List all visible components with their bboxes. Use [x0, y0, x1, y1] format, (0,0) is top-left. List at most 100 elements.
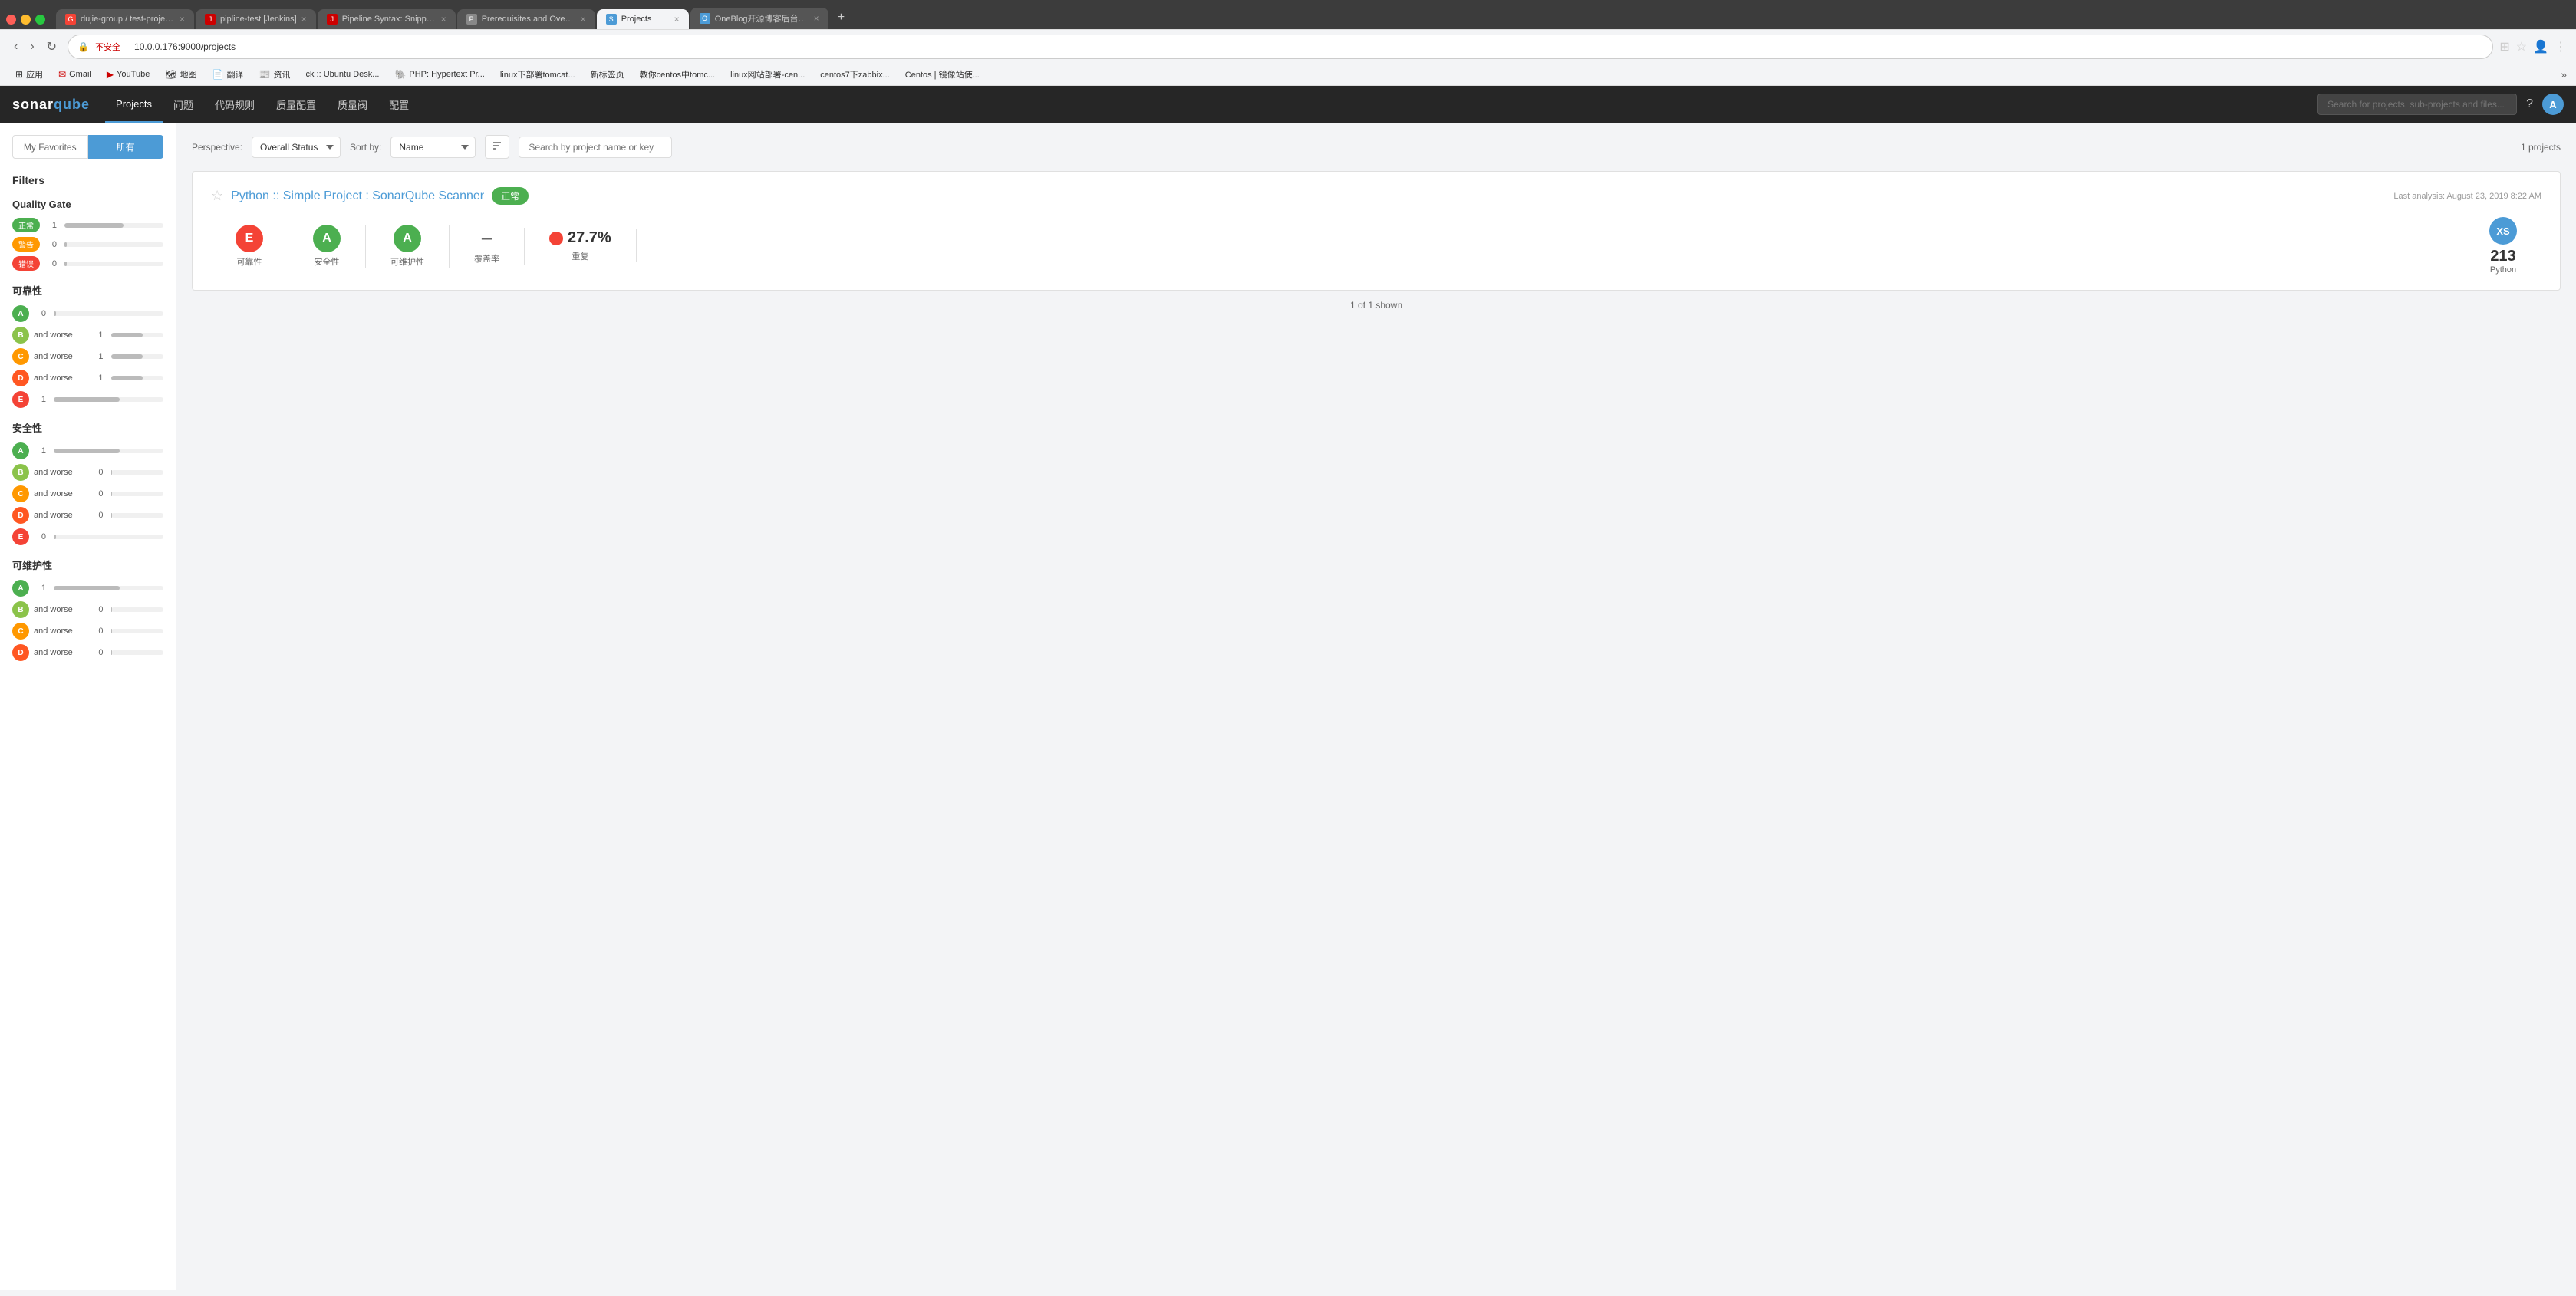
- bookmark-linux-tomcat[interactable]: linux下部署tomcat...: [494, 67, 581, 82]
- reliability-a-count: 0: [34, 309, 46, 318]
- bookmark-button[interactable]: ☆: [2516, 39, 2527, 54]
- security-indicator: 🔒: [77, 41, 89, 52]
- bookmark-centos-mirror[interactable]: Centos | 镜像站使...: [899, 67, 986, 82]
- bookmark-youtube[interactable]: ▶ YouTube: [100, 67, 156, 81]
- bookmark-php[interactable]: 🐘 PHP: Hypertext Pr...: [388, 67, 490, 81]
- global-search-input[interactable]: [2317, 94, 2517, 115]
- bookmark-translate[interactable]: 📄 翻译: [206, 67, 250, 82]
- all-toggle[interactable]: 所有: [88, 135, 164, 159]
- address-input[interactable]: [127, 38, 2483, 55]
- reliability-a[interactable]: A 0: [12, 305, 163, 322]
- quality-gate-warning[interactable]: 警告 0: [12, 237, 163, 252]
- security-a[interactable]: A 1: [12, 442, 163, 459]
- maintainability-d-label: and worse: [34, 648, 87, 657]
- favorite-button[interactable]: ☆: [211, 188, 223, 204]
- bookmark-centos-tomc[interactable]: 教你centos中tomc...: [634, 67, 721, 82]
- tab-4-close[interactable]: ×: [581, 14, 586, 25]
- quality-gate-error[interactable]: 错误 0: [12, 256, 163, 271]
- security-b[interactable]: B and worse 0: [12, 464, 163, 481]
- reliability-d[interactable]: D and worse 1: [12, 370, 163, 386]
- tab-5[interactable]: S Projects ×: [597, 9, 689, 29]
- tab-1-close[interactable]: ×: [180, 14, 185, 25]
- content-area: Perspective: Overall Status Leak Period …: [176, 123, 2576, 1290]
- top-nav: sonarqube Projects 问题 代码规则 质量配置 质量阀 配置 ?…: [0, 86, 2576, 123]
- security-c[interactable]: C and worse 0: [12, 485, 163, 502]
- bookmark-newtab[interactable]: 新标签页: [585, 67, 631, 82]
- security-e[interactable]: E 0: [12, 528, 163, 545]
- help-button[interactable]: ?: [2526, 97, 2533, 111]
- maintainability-b[interactable]: B and worse 0: [12, 601, 163, 618]
- new-tab-button[interactable]: +: [830, 6, 852, 29]
- tab-favicon-5: S: [606, 14, 617, 25]
- logo-text-qube: qube: [54, 97, 90, 112]
- sort-by-select[interactable]: Name Last Analysis Quality Gate: [390, 137, 476, 158]
- reliability-e[interactable]: E 1: [12, 391, 163, 408]
- forward-button[interactable]: ›: [25, 38, 38, 56]
- more-bookmarks-button[interactable]: »: [2561, 68, 2567, 81]
- metric-coverage: – 覆盖率: [450, 228, 525, 265]
- nav-quality-profiles[interactable]: 质量配置: [265, 86, 327, 123]
- reliability-b[interactable]: B and worse 1: [12, 327, 163, 344]
- tab-5-label: Projects: [621, 15, 670, 24]
- language-avatar: XS: [2489, 217, 2517, 245]
- perspective-select[interactable]: Overall Status Leak Period: [252, 137, 341, 158]
- nav-issues[interactable]: 问题: [163, 86, 204, 123]
- security-b-badge: B: [12, 464, 29, 481]
- my-favorites-toggle[interactable]: My Favorites: [12, 135, 88, 159]
- project-name-link[interactable]: Python :: Simple Project : SonarQube Sca…: [231, 189, 484, 203]
- quality-gate-warning-tag[interactable]: 警告: [12, 237, 40, 252]
- close-window-btn[interactable]: [6, 15, 16, 25]
- refresh-button[interactable]: ↻: [42, 38, 61, 56]
- quality-gate-normal[interactable]: 正常 1: [12, 218, 163, 232]
- bookmark-youtube-label: YouTube: [117, 70, 150, 79]
- bookmark-gmail-label: Gmail: [69, 70, 91, 79]
- tab-3[interactable]: J Pipeline Syntax: Snippet Gene... ×: [318, 9, 456, 29]
- maintainability-d-count: 0: [91, 648, 104, 657]
- quality-gate-error-tag[interactable]: 错误: [12, 256, 40, 271]
- tab-4[interactable]: P Prerequisites and Overview | S... ×: [457, 9, 595, 29]
- maintainability-c[interactable]: C and worse 0: [12, 623, 163, 640]
- maintainability-b-count: 0: [91, 605, 104, 614]
- quality-gate-error-count: 0: [44, 259, 57, 268]
- bookmark-news-label: 资讯: [273, 68, 290, 81]
- bookmark-maps-label: 地图: [180, 68, 197, 81]
- translate-button[interactable]: ⊞: [2499, 39, 2509, 54]
- metric-security: A 安全性: [288, 225, 366, 268]
- reliability-grade: E: [236, 225, 263, 252]
- reliability-c[interactable]: C and worse 1: [12, 348, 163, 365]
- bookmark-maps[interactable]: 🗺 地图: [159, 67, 203, 82]
- bookmark-news[interactable]: 📰 资讯: [253, 67, 297, 82]
- back-button[interactable]: ‹: [9, 38, 22, 56]
- bookmark-ck[interactable]: ck :: Ubuntu Desk...: [299, 68, 385, 81]
- user-profile-button[interactable]: 👤: [2533, 39, 2548, 54]
- tab-favicon-2: J: [205, 14, 216, 25]
- tab-2-close[interactable]: ×: [301, 14, 307, 25]
- tab-6-close[interactable]: ×: [814, 13, 819, 24]
- bookmark-gmail[interactable]: ✉ Gmail: [52, 67, 97, 81]
- maintainability-a-bar-container: [54, 586, 163, 590]
- browser-actions: ⊞ ☆ 👤 ⋮: [2499, 39, 2567, 54]
- nav-rules[interactable]: 代码规则: [204, 86, 265, 123]
- project-search-input[interactable]: [519, 137, 672, 158]
- bookmark-linux-web-label: linux网站部署-cen...: [730, 68, 805, 81]
- bookmark-apps[interactable]: ⊞ 应用: [9, 67, 49, 82]
- tab-5-close[interactable]: ×: [674, 14, 680, 25]
- maintainability-d[interactable]: D and worse 0: [12, 644, 163, 661]
- maintainability-a[interactable]: A 1: [12, 580, 163, 597]
- bookmark-zabbix[interactable]: centos7下zabbix...: [814, 67, 896, 82]
- maximize-window-btn[interactable]: [35, 15, 45, 25]
- minimize-window-btn[interactable]: [21, 15, 31, 25]
- user-avatar[interactable]: A: [2542, 94, 2564, 115]
- tab-6[interactable]: O OneBlog开源博客后台管理系统 ×: [690, 8, 828, 29]
- bookmark-linux-web[interactable]: linux网站部署-cen...: [724, 67, 811, 82]
- tab-2[interactable]: J pipline-test [Jenkins] ×: [196, 9, 316, 29]
- nav-projects[interactable]: Projects: [105, 86, 163, 123]
- nav-administration[interactable]: 配置: [378, 86, 420, 123]
- security-d[interactable]: D and worse 0: [12, 507, 163, 524]
- sort-order-button[interactable]: [485, 135, 509, 159]
- nav-quality-gates[interactable]: 质量阀: [327, 86, 378, 123]
- tab-3-close[interactable]: ×: [441, 14, 446, 25]
- tab-1[interactable]: G dujie-group / test-project · Gi... ×: [56, 9, 194, 29]
- quality-gate-normal-tag[interactable]: 正常: [12, 218, 40, 232]
- menu-button[interactable]: ⋮: [2555, 39, 2567, 54]
